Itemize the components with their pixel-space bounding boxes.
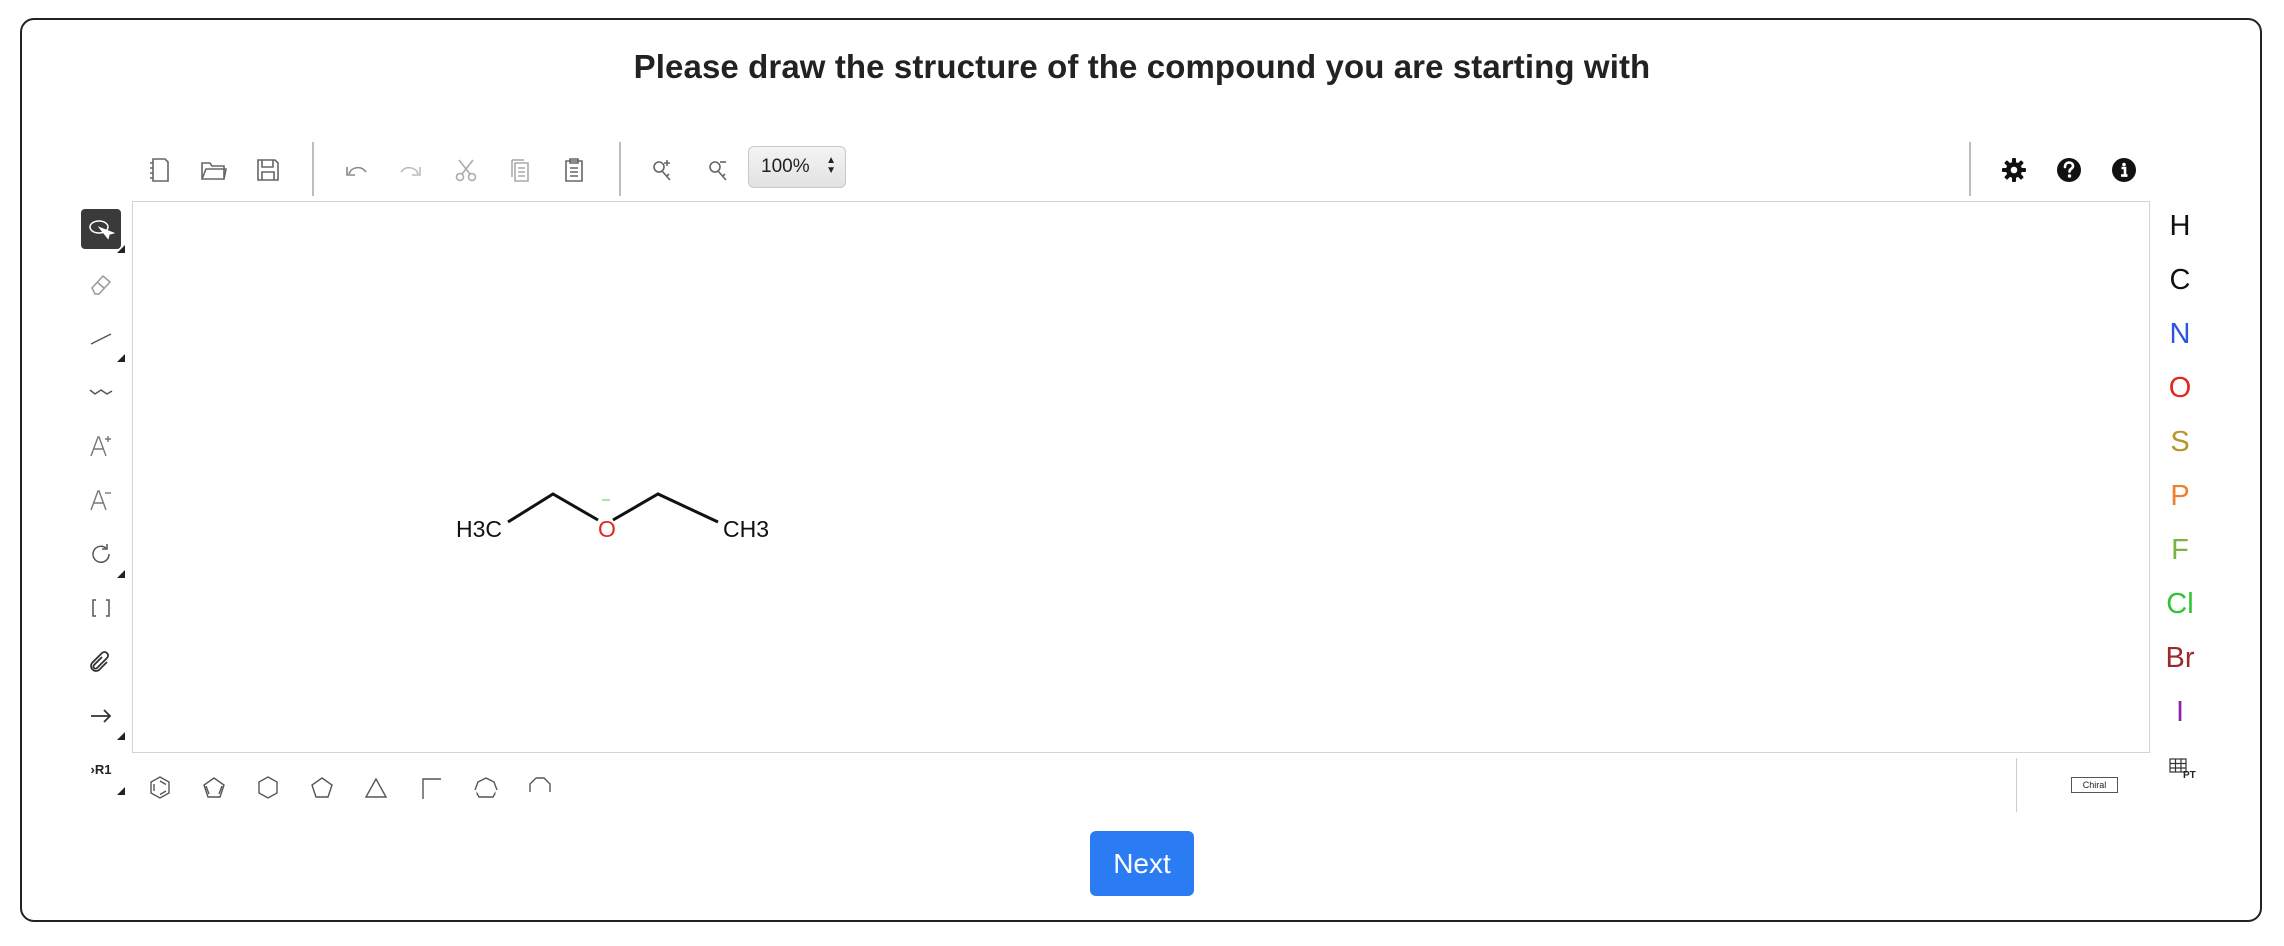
paste-icon[interactable] — [556, 152, 592, 188]
periodic-table-icon[interactable]: PT — [2162, 751, 2198, 787]
eraser-icon[interactable] — [83, 265, 119, 301]
single-bond-icon[interactable] — [83, 320, 119, 356]
bond-line — [612, 492, 719, 524]
rgroup-tool[interactable]: ›R1 — [83, 754, 119, 784]
submenu-corner-icon — [117, 732, 125, 740]
submenu-corner-icon — [117, 354, 125, 362]
drawing-canvas[interactable]: H3C O CH3 — [132, 201, 2150, 753]
cyclopropane-template-icon[interactable] — [358, 770, 394, 806]
element-s-button[interactable]: S — [2160, 422, 2200, 462]
benzene-template-icon[interactable] — [142, 770, 178, 806]
help-icon[interactable] — [2051, 152, 2087, 188]
periodic-table-label: PT — [2183, 770, 2196, 781]
submenu-corner-icon — [117, 570, 125, 578]
rotate-icon[interactable] — [83, 536, 119, 572]
save-icon[interactable] — [250, 152, 286, 188]
element-f-button[interactable]: F — [2160, 530, 2200, 570]
atom-label-oxygen: O — [598, 516, 616, 542]
reaction-arrow-icon[interactable] — [83, 698, 119, 734]
molecule-structure: H3C O CH3 — [456, 492, 769, 542]
cycloheptane-template-icon[interactable] — [468, 770, 504, 806]
bond-line — [507, 492, 599, 524]
cyclooctane-template-icon[interactable] — [522, 770, 558, 806]
zoom-value: 100% — [761, 156, 810, 177]
element-c-button[interactable]: C — [2160, 260, 2200, 300]
page-title: Please draw the structure of the compoun… — [633, 48, 1651, 85]
cyclohexane-template-icon[interactable] — [250, 770, 286, 806]
zoom-select[interactable]: 100% ▲ ▼ — [748, 146, 846, 188]
element-br-button[interactable]: Br — [2160, 638, 2200, 678]
chain-icon[interactable] — [83, 374, 119, 410]
rgroup-label: ›R1 — [90, 761, 112, 777]
charge-minus-icon[interactable] — [83, 482, 119, 518]
element-i-button[interactable]: I — [2160, 692, 2200, 732]
element-p-button[interactable]: P — [2160, 476, 2200, 516]
zoom-out-icon[interactable] — [700, 152, 736, 188]
copy-icon[interactable] — [502, 152, 538, 188]
chiral-flag: Chiral — [2071, 777, 2118, 793]
new-document-icon[interactable] — [142, 152, 178, 188]
charge-plus-icon[interactable] — [83, 428, 119, 464]
submenu-corner-icon — [117, 245, 125, 253]
element-cl-button[interactable]: Cl — [2160, 584, 2200, 624]
zoom-in-icon[interactable] — [644, 152, 680, 188]
toolbar-divider — [1969, 142, 1971, 196]
toolbar-divider — [312, 142, 314, 196]
cyclobutane-template-icon[interactable] — [413, 770, 449, 806]
undo-icon[interactable] — [338, 152, 374, 188]
atom-label-right: CH3 — [723, 516, 769, 542]
sgroup-brackets-icon[interactable] — [83, 590, 119, 626]
toolbar-divider — [619, 142, 621, 196]
settings-gear-icon[interactable] — [1996, 152, 2032, 188]
select-arrows-icon: ▲ ▼ — [826, 155, 836, 176]
open-folder-icon[interactable] — [196, 152, 232, 188]
element-n-button[interactable]: N — [2160, 314, 2200, 354]
redo-icon[interactable] — [393, 152, 429, 188]
bottom-toolbar-divider — [2016, 758, 2017, 812]
info-icon[interactable] — [2106, 152, 2142, 188]
lasso-select-icon[interactable] — [81, 209, 121, 249]
element-o-button[interactable]: O — [2160, 368, 2200, 408]
atom-label-left: H3C — [456, 516, 502, 542]
cut-icon[interactable] — [448, 152, 484, 188]
next-button[interactable]: Next — [1090, 831, 1194, 896]
cyclopentadiene-template-icon[interactable] — [196, 770, 232, 806]
attachment-clip-icon[interactable] — [83, 644, 119, 680]
cyclopentane-template-icon[interactable] — [304, 770, 340, 806]
element-h-button[interactable]: H — [2160, 206, 2200, 246]
submenu-corner-icon — [117, 787, 125, 795]
